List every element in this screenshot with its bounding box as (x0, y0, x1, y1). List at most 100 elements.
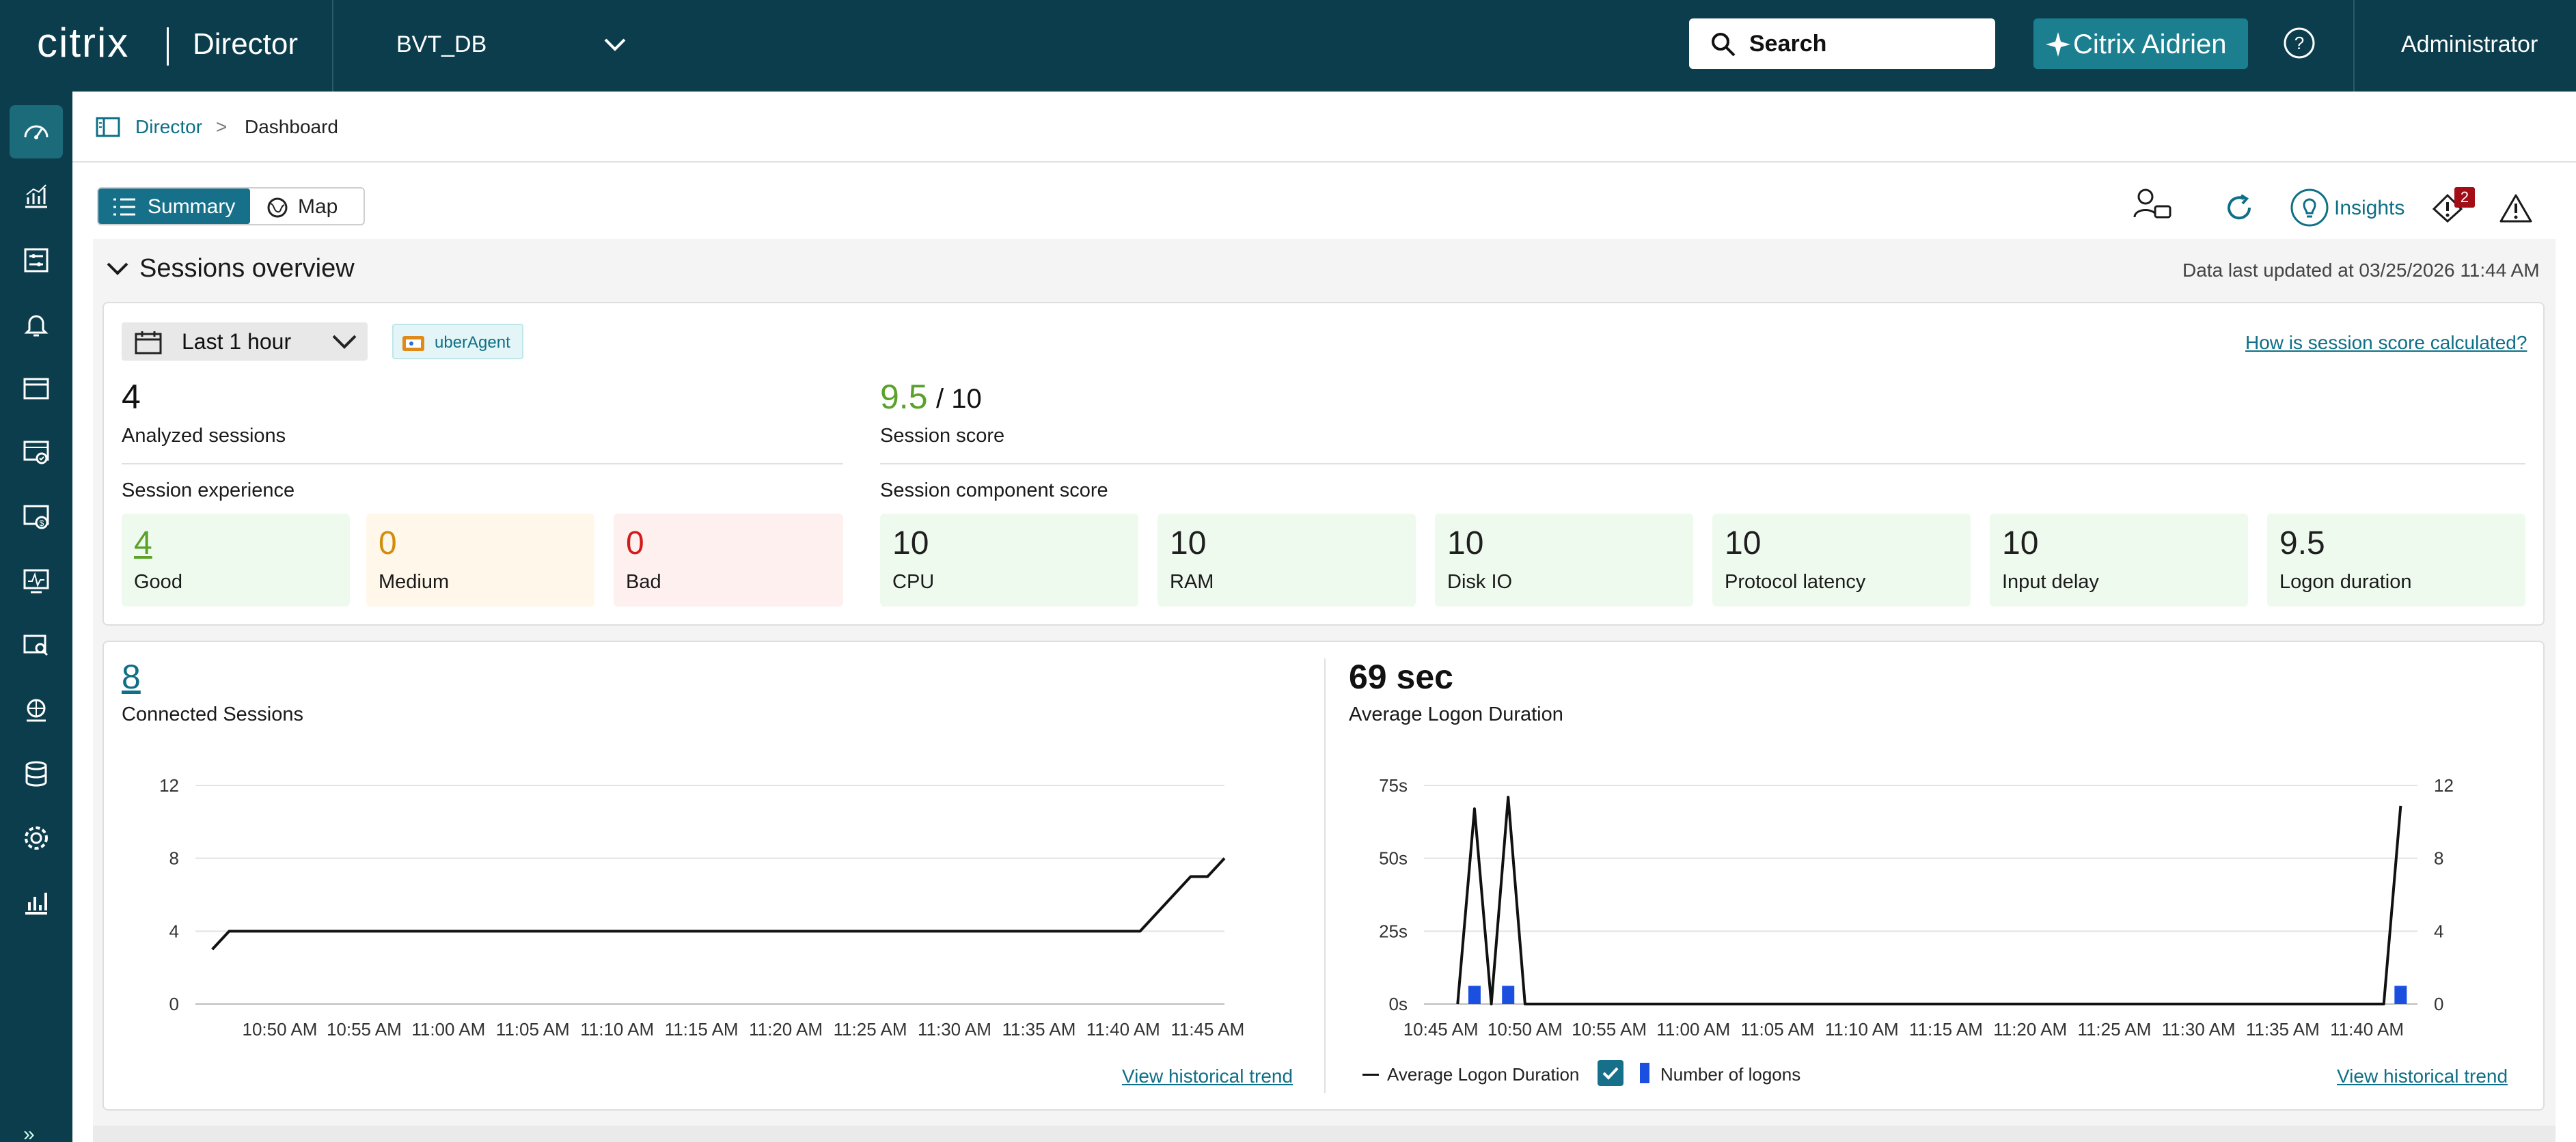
breadcrumb-current: Dashboard (245, 116, 338, 137)
x-tick-label: 11:00 AM (411, 1019, 485, 1040)
x-tick-label: 11:25 AM (834, 1019, 907, 1040)
series-line (211, 857, 1226, 951)
x-tick-label: 11:30 AM (918, 1019, 991, 1040)
x-tick-label: 11:05 AM (1741, 1019, 1815, 1040)
x-tick-label: 11:35 AM (2246, 1019, 2320, 1040)
nav-network[interactable] (10, 683, 63, 736)
nav-alerts[interactable] (10, 298, 63, 351)
map-icon (267, 197, 288, 218)
logon-duration-score: 9.5 (2279, 525, 2325, 561)
nav-machines[interactable] (10, 426, 63, 479)
series-line (1456, 796, 2402, 1005)
y2-tick-label: 8 (2434, 848, 2443, 869)
sparkle-icon (2046, 32, 2070, 57)
y-tick-label: 25s (1379, 921, 1408, 941)
x-tick-label: 10:50 AM (1488, 1019, 1563, 1040)
nav-database[interactable] (10, 747, 63, 800)
y-tick-label: 75s (1379, 775, 1408, 796)
applications-icon (23, 378, 49, 400)
session-score-max: / 10 (936, 384, 982, 414)
x-tick-label: 11:05 AM (496, 1019, 570, 1040)
insights-button[interactable]: Insights (2334, 197, 2404, 220)
breadcrumb-director-link[interactable]: Director (135, 116, 202, 138)
nav-settings[interactable] (10, 811, 63, 865)
nav-applications[interactable] (10, 362, 63, 415)
map-view-button[interactable]: Map (250, 189, 364, 224)
logon-historical-trend-link[interactable]: View historical trend (2337, 1066, 2508, 1087)
summary-view-button[interactable]: Summary (98, 189, 250, 224)
connected-sessions-chart: 0 4 8 12 10:50 AM 10:55 AM 11:00 AM 11:05 AM 11:… (159, 775, 1244, 1040)
panel-toggle-icon[interactable] (96, 116, 120, 138)
cpu-score: 10 (892, 525, 929, 561)
x-tick-label: 11:20 AM (749, 1019, 823, 1040)
nav-search[interactable] (10, 619, 63, 672)
analyzed-sessions-count: 4 (122, 378, 141, 416)
logon-duration-score-tile: 9.5 Logon duration (2267, 514, 2525, 607)
nav-dashboard[interactable] (10, 105, 63, 158)
connected-historical-trend-link[interactable]: View historical trend (1122, 1066, 1293, 1087)
machines-icon (23, 441, 49, 464)
breadcrumb: Director > Dashboard (72, 92, 2576, 163)
logon-count-bar (1468, 986, 1481, 1004)
refresh-icon[interactable] (2223, 193, 2255, 224)
number-of-logons-checkbox[interactable] (1598, 1060, 1623, 1086)
nav-costs[interactable]: $ (10, 490, 63, 544)
user-menu[interactable]: Administrator (2401, 31, 2538, 58)
nav-monitoring[interactable] (10, 555, 63, 608)
help-icon[interactable]: ? (2282, 26, 2316, 60)
time-range-dropdown[interactable]: Last 1 hour (122, 322, 368, 361)
costs-icon: $ (23, 505, 49, 529)
analytics-icon (25, 893, 47, 915)
score-calculation-link[interactable]: How is session score calculated? (2245, 332, 2527, 354)
notification-count-badge: 2 (2454, 187, 2475, 208)
uberagent-icon (402, 336, 424, 351)
user-feedback-icon[interactable] (2130, 186, 2174, 227)
x-tick-label: 11:15 AM (1909, 1019, 1983, 1040)
expand-nav-icon[interactable]: » (23, 1123, 35, 1142)
protocol-latency-score: 10 (1725, 525, 1762, 561)
y-tick-label: 8 (169, 848, 179, 869)
good-count[interactable]: 4 (134, 525, 152, 562)
experience-good-tile[interactable]: 4 Good (122, 514, 350, 607)
search-icon (23, 635, 49, 656)
nav-filters[interactable] (10, 234, 63, 287)
y-tick-label: 4 (169, 921, 179, 941)
search-button[interactable]: Search (1689, 18, 1995, 69)
site-selector[interactable]: BVT_DB (396, 31, 487, 58)
x-tick-label: 11:25 AM (2077, 1019, 2151, 1040)
svg-text:$: $ (40, 518, 44, 528)
y-tick-label: 50s (1379, 848, 1408, 869)
input-delay-score-tile: 10 Input delay (1990, 514, 2248, 607)
y2-tick-label: 12 (2434, 775, 2454, 796)
breadcrumb-separator: > (216, 116, 228, 137)
chevron-down-icon[interactable] (601, 34, 629, 55)
insights-icon[interactable] (2289, 187, 2330, 228)
logon-count-bar (2394, 986, 2407, 1004)
session-score-value: 9.5 (880, 378, 928, 416)
bad-count: 0 (626, 525, 644, 561)
x-tick-label: 11:00 AM (1656, 1019, 1730, 1040)
uberagent-label: uberAgent (435, 333, 510, 352)
aidrien-label: Citrix Aidrien (2073, 29, 2227, 59)
x-tick-label: 10:50 AM (243, 1019, 318, 1040)
avg-logon-duration-label: Average Logon Duration (1349, 704, 1563, 725)
data-updated-timestamp: Data last updated at 03/25/2026 11:44 AM (2182, 260, 2540, 281)
divider (122, 463, 843, 464)
collapse-chevron-icon[interactable] (104, 258, 131, 279)
connected-sessions-count[interactable]: 8 (122, 657, 141, 697)
nav-analytics[interactable] (10, 876, 63, 929)
bad-label: Bad (626, 571, 661, 593)
chevron-down-icon (332, 335, 357, 349)
cpu-score-tile: 10 CPU (880, 514, 1138, 607)
x-tick-label: 11:40 AM (2330, 1019, 2404, 1040)
x-tick-label: 10:45 AM (1403, 1019, 1479, 1040)
warning-icon[interactable] (2498, 193, 2534, 224)
x-tick-label: 11:35 AM (1002, 1019, 1075, 1040)
monitoring-icon (23, 569, 49, 594)
protocol-latency-label: Protocol latency (1725, 571, 1866, 593)
aidrien-button[interactable]: Citrix Aidrien (2033, 18, 2248, 69)
y-tick-label: 0 (169, 994, 179, 1014)
nav-trends[interactable] (10, 169, 63, 223)
avg-logon-duration-chart: 0s 25s 50s 75s 0 4 8 12 10:45 AM 10:50 AM 10:55 AM… (1379, 775, 2454, 1040)
dashboard-icon (24, 125, 49, 139)
